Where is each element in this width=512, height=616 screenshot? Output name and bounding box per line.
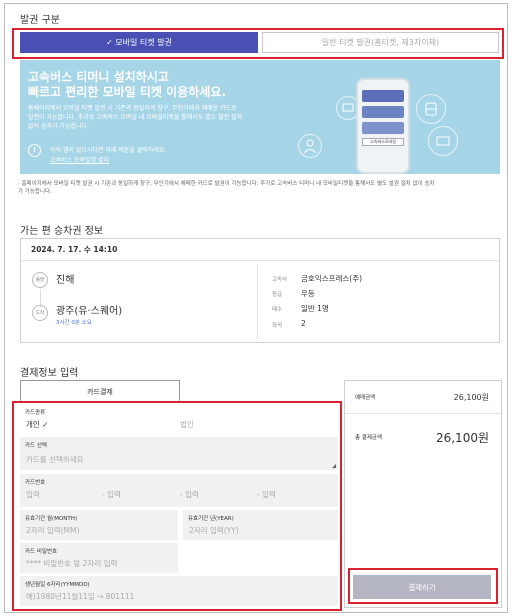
depart-badge: 출발 [32, 272, 48, 288]
mobile-ticket-description-1: · 홈페이지에서 모바일 티켓 발권 시 기존과 동일하게 창구, 무인기에서 … [18, 181, 435, 187]
trip-info-box: 2024. 7. 17. 수 14:10 출발 진해 도착 광주(유·스퀘어) … [20, 238, 500, 343]
grade-label: 등급 [272, 292, 283, 298]
banner-body-1: 홈페이지에서 모바일 티켓 발권 시 기존과 동일하게 창구, 무인기에서 예매… [28, 105, 237, 112]
expiry-month-label: 유효기간 월(MONTH) [25, 516, 78, 522]
total-amount-label: 총 결제금액 [355, 435, 383, 441]
card-type-field: 카드종류 개인 ✓ 법인 [20, 405, 338, 433]
card-password-input[interactable]: **** 비밀번호 앞 2자리 입력 [26, 558, 117, 569]
paper-ticket-button[interactable]: 일반 티켓 발권(홈티켓, 제3자이체) [262, 32, 499, 53]
card-type-corporate-radio[interactable]: 법인 [180, 419, 194, 430]
card-number-input-2[interactable]: - 입력 [102, 489, 121, 500]
card-type-label: 카드종류 [25, 410, 46, 416]
grade-value: 우등 [301, 289, 315, 298]
count-label: 매수 [272, 307, 283, 313]
mobile-ticket-description-2: 가 가능합니다. [18, 189, 52, 195]
expiry-month-input[interactable]: 2자리 입력(MM) [26, 525, 80, 536]
card-password-field[interactable]: 카드 비밀번호 **** 비밀번호 앞 2자리 입력 [20, 543, 178, 573]
booking-amount-value: 26,100원 [453, 393, 489, 402]
birth-date-field[interactable]: 생년월일 6자리(YYMMDD) 예)1980년11월11일 → 801111 [20, 576, 338, 606]
ticket-icon [428, 126, 458, 156]
trip-datetime: 2024. 7. 17. 수 14:10 [21, 239, 499, 261]
issuance-title: 발권 구분 [20, 15, 60, 26]
card-select-field[interactable]: 카드 선택 카드를 선택하세요 [20, 437, 338, 470]
expiry-year-field[interactable]: 유효기간 년(YEAR) 2자리 입력(YY) [183, 510, 338, 540]
phone-app-name: 고속버스모바일 [362, 138, 404, 146]
info-icon: ! [28, 144, 41, 157]
banner-headline-2: 빠르고 편리한 모바일 티켓 이용하세요. [28, 85, 226, 99]
expiry-year-label: 유효기간 년(YEAR) [188, 516, 234, 522]
company-value: 금호익스프레스(주) [301, 274, 363, 283]
card-select-label: 카드 선택 [25, 443, 47, 449]
arrive-terminal: 광주(유·스퀘어) [56, 306, 123, 317]
card-number-field: 카드번호 입력 - 입력 - 입력 - 입력 [20, 474, 338, 507]
person-icon [298, 134, 322, 158]
banner-body-3: 없이 승차가 가능합니다. [28, 123, 89, 130]
card-number-input-3[interactable]: - 입력 [180, 489, 199, 500]
banner-note: 아직 앱이 없으시다면 아래 버튼을 클릭하세요. [50, 147, 167, 154]
birth-date-input[interactable]: 예)1980년11월11일 → 801111 [26, 591, 134, 602]
payment-section-title: 결제정보 입력 [20, 368, 79, 379]
mobile-ticket-button[interactable]: ✓ 모바일 티켓 발권 [20, 32, 258, 53]
birth-date-label: 생년월일 6자리(YYMMDD) [25, 582, 90, 588]
seat-label: 좌석 [272, 323, 283, 329]
seat-value: 2 [301, 319, 306, 328]
card-password-label: 카드 비밀번호 [25, 549, 58, 555]
trip-duration: 3시간 0분 소요 [56, 320, 92, 326]
tab-card-payment[interactable]: 카드결제 [20, 380, 180, 402]
install-app-link[interactable]: 고속버스 모바일앱 설치 [50, 155, 109, 164]
resize-handle-icon [332, 464, 336, 468]
booking-amount-label: 예매금액 [355, 395, 376, 401]
card-number-input-1[interactable]: 입력 [26, 489, 40, 500]
bus-icon [416, 94, 446, 124]
banner-body-2: 발권이 가능합니다. 추가로 고속버스 모바일 내 모바일티켓을 통해서도 별도… [28, 114, 243, 121]
card-select-placeholder: 카드를 선택하세요 [26, 455, 84, 464]
total-amount-value: 26,100원 [435, 431, 489, 445]
pay-button[interactable]: 결제하기 [353, 575, 491, 599]
depart-terminal: 진해 [56, 275, 75, 286]
expiry-month-field[interactable]: 유효기간 월(MONTH) 2자리 입력(MM) [20, 510, 178, 540]
expiry-year-input[interactable]: 2자리 입력(YY) [189, 525, 239, 536]
trip-section-title: 가는 편 승차권 정보 [20, 226, 104, 237]
company-label: 고속사 [272, 277, 288, 283]
card-number-input-4[interactable]: - 입력 [257, 489, 276, 500]
count-value: 일반 1명 [301, 304, 329, 313]
phone-mockup: 고속버스모바일 [356, 78, 410, 174]
mobile-app-banner: 고속버스 티머니 설치하시고 빠르고 편리한 모바일 티켓 이용하세요. 홈페이… [20, 60, 500, 174]
card-type-personal-radio[interactable]: 개인 ✓ [26, 419, 48, 430]
arrive-badge: 도착 [32, 305, 48, 321]
card-number-label: 카드번호 [25, 480, 46, 486]
